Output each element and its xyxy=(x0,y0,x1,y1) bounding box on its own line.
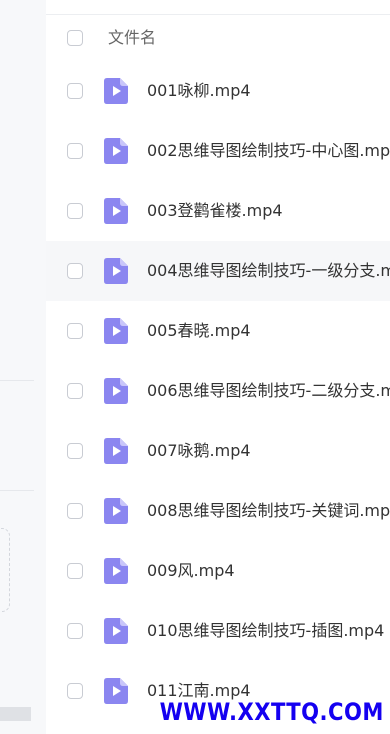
file-row[interactable]: 007咏鹅.mp4 xyxy=(46,421,390,481)
video-file-icon xyxy=(104,558,128,584)
file-name[interactable]: 007咏鹅.mp4 xyxy=(147,421,251,481)
row-checkbox[interactable] xyxy=(67,323,83,339)
row-checkbox[interactable] xyxy=(67,383,83,399)
row-checkbox[interactable] xyxy=(67,83,83,99)
row-checkbox[interactable] xyxy=(67,203,83,219)
row-checkbox[interactable] xyxy=(67,443,83,459)
file-name[interactable]: 005春晓.mp4 xyxy=(147,301,251,361)
file-row[interactable]: 002思维导图绘制技巧-中心图.mp4 xyxy=(46,121,390,181)
file-name[interactable]: 010思维导图绘制技巧-插图.mp4 xyxy=(147,601,384,661)
video-file-icon xyxy=(104,678,128,704)
file-list: 文件名 001咏柳.mp4 002思维导图绘制技巧-中心图.mp4 003登鹳雀楼.… xyxy=(46,0,390,734)
watermark: WWW.XXTTQ.COM xyxy=(159,698,384,726)
video-file-icon xyxy=(104,378,128,404)
file-row[interactable]: 009风.mp4 xyxy=(46,541,390,601)
file-row[interactable]: 008思维导图绘制技巧-关键词.mp4 xyxy=(46,481,390,541)
video-file-icon xyxy=(104,198,128,224)
file-row[interactable]: 004思维导图绘制技巧-一级分支.mp4 xyxy=(46,241,390,301)
file-name[interactable]: 008思维导图绘制技巧-关键词.mp4 xyxy=(147,481,390,541)
video-file-icon xyxy=(104,78,128,104)
file-row[interactable]: 005春晓.mp4 xyxy=(46,301,390,361)
file-row[interactable]: 010思维导图绘制技巧-插图.mp4 xyxy=(46,601,390,661)
sidebar-divider xyxy=(0,490,34,491)
video-file-icon xyxy=(104,258,128,284)
row-checkbox[interactable] xyxy=(67,143,83,159)
file-name[interactable]: 004思维导图绘制技巧-一级分支.mp4 xyxy=(147,241,390,301)
row-checkbox[interactable] xyxy=(67,563,83,579)
file-list-header: 文件名 xyxy=(46,15,390,61)
sidebar-dropzone[interactable] xyxy=(0,528,10,612)
file-row[interactable]: 006思维导图绘制技巧-二级分支.mp4 xyxy=(46,361,390,421)
file-name[interactable]: 001咏柳.mp4 xyxy=(147,61,251,121)
row-checkbox[interactable] xyxy=(67,263,83,279)
row-checkbox[interactable] xyxy=(67,623,83,639)
select-all-checkbox[interactable] xyxy=(67,30,83,46)
file-row[interactable]: 001咏柳.mp4 xyxy=(46,61,390,121)
file-name[interactable]: 002思维导图绘制技巧-中心图.mp4 xyxy=(147,121,390,181)
video-file-icon xyxy=(104,318,128,344)
row-checkbox[interactable] xyxy=(67,503,83,519)
video-file-icon xyxy=(104,498,128,524)
file-name[interactable]: 003登鹳雀楼.mp4 xyxy=(147,181,283,241)
file-row[interactable]: 003登鹳雀楼.mp4 xyxy=(46,181,390,241)
column-header-filename[interactable]: 文件名 xyxy=(108,15,156,61)
video-file-icon xyxy=(104,138,128,164)
file-name[interactable]: 006思维导图绘制技巧-二级分支.mp4 xyxy=(147,361,390,421)
video-file-icon xyxy=(104,438,128,464)
sidebar-progress-bar xyxy=(0,707,31,721)
sidebar-divider xyxy=(0,380,34,381)
file-name[interactable]: 009风.mp4 xyxy=(147,541,235,601)
sidebar xyxy=(0,0,46,734)
video-file-icon xyxy=(104,618,128,644)
row-checkbox[interactable] xyxy=(67,683,83,699)
